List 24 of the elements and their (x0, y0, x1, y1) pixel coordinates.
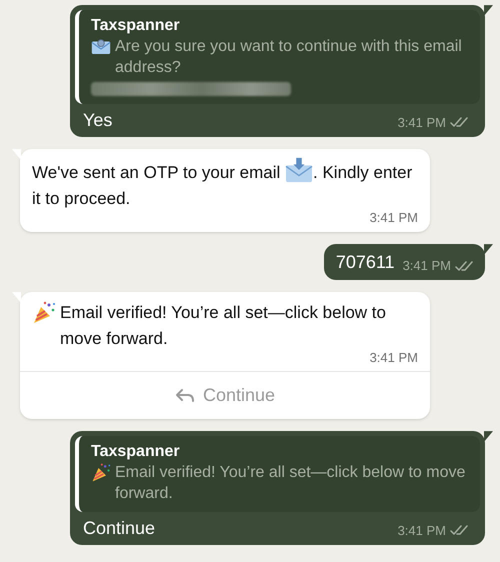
quote-author: Taxspanner (91, 16, 181, 36)
timestamp: 3:41 PM (398, 114, 446, 132)
timestamp: 3:41 PM (398, 522, 446, 540)
party-popper-icon (91, 463, 111, 483)
timestamp: 3:41 PM (402, 257, 451, 275)
message-text: Email verified! You’re all set—click below to move forward. (60, 302, 387, 350)
party-popper-icon (32, 300, 56, 324)
double-check-icon (450, 524, 468, 536)
double-check-icon (455, 260, 473, 272)
reply-icon (174, 388, 195, 404)
quote-author: Taxspanner (91, 442, 181, 462)
quote-text: Are you sure you want to continue with this email address? (115, 37, 463, 78)
double-check-icon (450, 116, 468, 128)
envelope-icon (91, 38, 111, 55)
quoted-message[interactable]: Taxspanner Are you sure you want to continue with this email address? (75, 10, 480, 104)
message-text: Continue (83, 517, 156, 540)
message-text: We've sent an OTP to your email . Kindly enter it to proceed. (32, 157, 418, 212)
timestamp: 3:41 PM (370, 348, 418, 366)
quote-text: Email verified! You’re all set—click below to move forward. (115, 463, 466, 504)
envelope-icon (285, 157, 314, 183)
message-text: 707611 (336, 250, 395, 274)
quoted-message[interactable]: Taxspanner Email verified! You’re all set—click below to move forward. (75, 436, 480, 512)
message-text: Yes (83, 109, 112, 132)
timestamp: 3:41 PM (370, 209, 418, 227)
